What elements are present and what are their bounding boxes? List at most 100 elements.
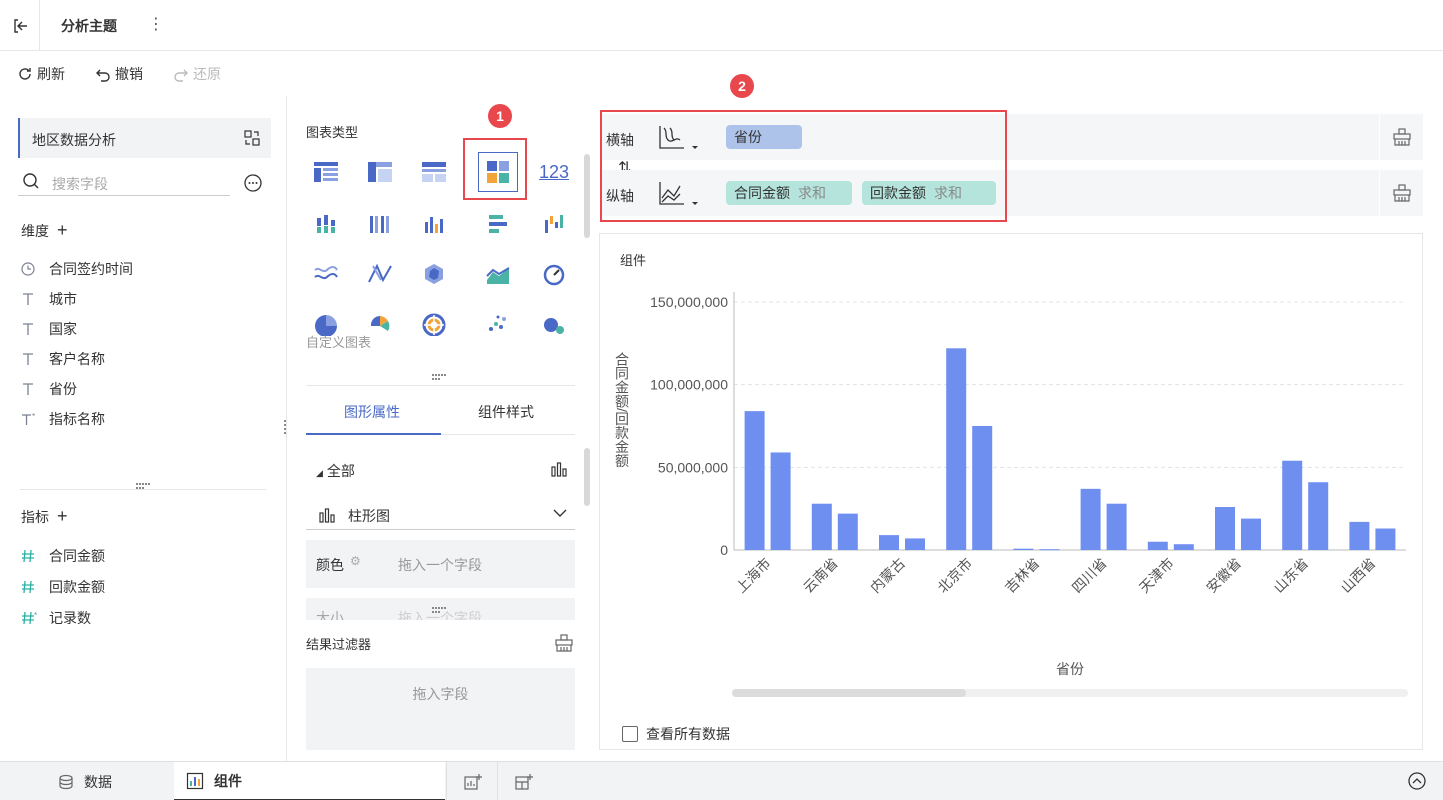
all-properties-toggle[interactable]: ◢ 全部 <box>316 461 355 481</box>
x-tick-label: 山东省 <box>1270 555 1311 596</box>
add-component-icon[interactable] <box>446 762 498 800</box>
grouped-bar-icon[interactable] <box>360 204 400 244</box>
more-options-icon[interactable] <box>243 173 263 196</box>
scrollbar-thumb[interactable] <box>732 689 966 697</box>
field-search-input[interactable]: 搜索字段 <box>18 168 230 196</box>
bar <box>905 538 925 550</box>
gauge-icon[interactable] <box>534 254 574 294</box>
measure-field-label: 合同金额 <box>49 548 105 564</box>
chart-type-scrollbar[interactable] <box>584 154 590 238</box>
add-measure-icon[interactable]: + <box>57 506 68 527</box>
text-type-icon <box>21 382 49 396</box>
refresh-icon <box>19 68 31 80</box>
clear-x-axis-icon[interactable] <box>1379 114 1423 160</box>
dimension-field[interactable]: 国家 <box>21 319 77 339</box>
active-tab-indicator <box>306 433 441 435</box>
clear-filter-icon[interactable] <box>554 634 574 655</box>
dimension-field-label: 省份 <box>49 381 77 397</box>
tab-component[interactable]: 组件 <box>174 762 445 800</box>
bottom-tab-bar: 数据 组件 <box>0 761 1443 800</box>
chart-type-select[interactable]: 柱形图 <box>306 498 575 530</box>
checkbox[interactable] <box>622 726 638 742</box>
scatter-chart-icon[interactable] <box>478 304 518 344</box>
dimension-field[interactable]: 合同签约时间 <box>21 259 133 279</box>
x-tick-label: 北京市 <box>934 555 975 596</box>
top-bar: 分析主题 ⋮ <box>0 0 1443 51</box>
bar <box>972 426 993 550</box>
dataset-selector[interactable]: 地区数据分析 <box>18 118 271 158</box>
redo-button[interactable]: 还原 <box>173 64 221 84</box>
bar <box>1013 548 1034 550</box>
view-all-data-label: 查看所有数据 <box>646 726 730 742</box>
bar <box>770 452 791 550</box>
dimension-field[interactable]: * 指标名称 <box>21 409 105 429</box>
bar <box>811 503 832 550</box>
bar-chart-icon <box>318 506 336 527</box>
resize-handle-horizontal[interactable] <box>432 607 448 613</box>
redo-icon <box>174 69 188 82</box>
toolbar: 刷新 撤销 还原 <box>0 51 1443 96</box>
multi-pie-icon[interactable] <box>414 304 454 344</box>
size-label: 大小 <box>316 610 344 620</box>
view-all-data-checkbox[interactable]: 查看所有数据 <box>622 724 730 744</box>
add-dashboard-icon[interactable] <box>497 762 549 800</box>
svg-text:*: * <box>34 611 37 620</box>
custom-chart-link[interactable]: 自定义图表 <box>306 332 371 351</box>
bar-chart-icon[interactable] <box>550 460 568 481</box>
tab-data[interactable]: 数据 <box>58 762 174 800</box>
measure-field[interactable]: 回款金额 <box>21 577 105 597</box>
text-type-icon <box>21 292 49 306</box>
filter-drop-zone[interactable]: 拖入字段 <box>306 668 575 750</box>
bar-chart: 0 50,000,000 100,000,000 150,000,000 上海市 云南省内… <box>614 292 1406 677</box>
stacked-bar-icon[interactable] <box>306 204 346 244</box>
undo-button[interactable]: 撤销 <box>95 64 143 84</box>
cross-table-icon[interactable] <box>360 152 400 192</box>
chart-config-panel: 图表类型 123 1 自定义图表 图形属性 组件样式 ◢ 全部 柱形图 颜色 ⚙… <box>288 96 593 761</box>
more-vertical-icon[interactable]: ⋮ <box>148 14 164 34</box>
dimension-field[interactable]: 省份 <box>21 379 77 399</box>
bar-chart-icon[interactable] <box>414 204 454 244</box>
measure-field[interactable]: 合同金额 <box>21 546 105 566</box>
gear-icon[interactable]: ⚙ <box>350 554 361 568</box>
collapse-up-icon[interactable] <box>1408 772 1426 793</box>
svg-text:*: * <box>32 412 35 421</box>
dimension-field-label: 指标名称 <box>49 411 105 427</box>
redo-label: 还原 <box>193 66 221 82</box>
chart-horizontal-scrollbar[interactable] <box>732 689 1408 697</box>
color-drop-placeholder: 拖入一个字段 <box>398 557 482 573</box>
area-chart-icon[interactable] <box>478 254 518 294</box>
property-scrollbar[interactable] <box>584 448 590 506</box>
radar-line-icon[interactable] <box>360 254 400 294</box>
horizontal-bar-icon[interactable] <box>478 204 518 244</box>
x-axis-title: 省份 <box>1056 661 1084 677</box>
dataset-name: 地区数据分析 <box>32 132 116 148</box>
bar <box>1241 518 1261 550</box>
table-chart-icon[interactable] <box>306 152 346 192</box>
waterfall-icon[interactable] <box>534 204 574 244</box>
measure-field[interactable]: * 记录数 <box>21 608 91 628</box>
bar <box>744 411 765 550</box>
tab-graphic-properties[interactable]: 图形属性 <box>344 402 400 422</box>
y-axis-title: 合同金额/回款金额 <box>614 352 630 468</box>
resize-handle-horizontal[interactable] <box>432 374 448 380</box>
detail-table-icon[interactable] <box>414 152 454 192</box>
exit-icon[interactable] <box>0 0 40 51</box>
switch-dataset-icon[interactable] <box>243 129 261 150</box>
dimension-field[interactable]: 客户名称 <box>21 349 105 369</box>
tab-data-label: 数据 <box>84 773 112 790</box>
highlight-box-chart-type <box>463 138 527 200</box>
bubble-chart-icon[interactable] <box>534 304 574 344</box>
bar <box>1106 503 1127 550</box>
color-drop-zone[interactable]: 颜色 ⚙ 拖入一个字段 <box>306 540 575 588</box>
x-tick-label: 山西省 <box>1338 555 1379 596</box>
refresh-button[interactable]: 刷新 <box>17 64 65 84</box>
dimension-field[interactable]: 城市 <box>21 289 77 309</box>
x-tick-label: 四川省 <box>1069 555 1110 596</box>
add-dimension-icon[interactable]: + <box>57 220 68 241</box>
line-chart-icon[interactable] <box>306 254 346 294</box>
clear-y-axis-icon[interactable] <box>1379 170 1423 216</box>
radar-chart-icon[interactable] <box>414 254 454 294</box>
tab-component-label: 组件 <box>214 772 242 789</box>
number-chart-icon[interactable]: 123 <box>534 152 574 192</box>
tab-component-style[interactable]: 组件样式 <box>478 402 534 422</box>
